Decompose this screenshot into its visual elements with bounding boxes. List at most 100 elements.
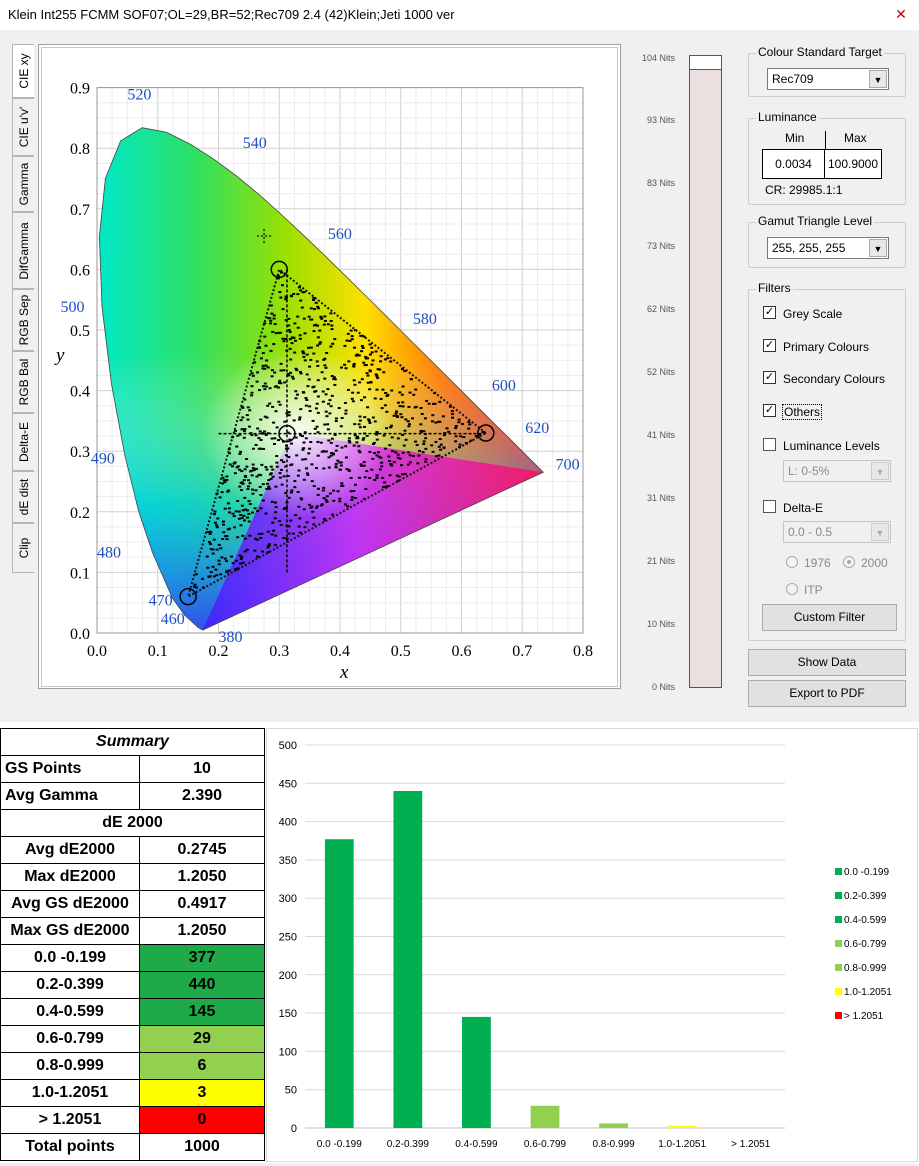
legend-swatch [835, 988, 842, 995]
legend-label: 1.0-1.2051 [844, 987, 892, 998]
nits-label: 0 Nits [651, 682, 675, 692]
legend-label: 0.2-0.399 [844, 891, 887, 902]
x-tick-label: 0.0 [87, 643, 107, 660]
luminance-levels-select[interactable]: L: 0-5% ▼ [783, 460, 891, 482]
primary-colours-label: Primary Colours [783, 340, 870, 354]
tab-delta-e[interactable]: Delta-E [12, 413, 34, 471]
wavelength-label: 580 [413, 311, 437, 328]
total-value: 1000 [139, 1133, 265, 1161]
wavelength-label: 460 [161, 611, 185, 628]
filters-title: Filters [756, 281, 793, 295]
bin-label: 0.4-0.599 [0, 998, 140, 1026]
table-row: Total points 1000 [0, 1133, 265, 1161]
bin-value: 440 [139, 971, 265, 999]
x-tick-label: 1.0-1.2051 [658, 1139, 706, 1150]
max-gs-de-value: 1.2050 [139, 917, 265, 945]
tab-clip[interactable]: Clip [12, 523, 34, 573]
table-row: Summary [0, 728, 265, 756]
custom-filter-button[interactable]: Custom Filter [762, 604, 897, 631]
luminance-min-label: Min [785, 131, 805, 145]
primary-colours-checkbox[interactable]: ✓ [763, 339, 776, 352]
wavelength-label: 600 [492, 378, 516, 395]
y-tick-label: 0 [291, 1123, 297, 1135]
bin-label: 1.0-1.2051 [0, 1079, 140, 1107]
delta-e-checkbox[interactable] [763, 500, 776, 513]
tab-rgb-sep[interactable]: RGB Sep [12, 289, 34, 351]
radio-1976-label: 1976 [804, 556, 831, 570]
others-checkbox[interactable]: ✓ [763, 404, 776, 417]
secondary-colours-label: Secondary Colours [783, 372, 886, 386]
x-tick-label: 0.1 [148, 643, 168, 660]
x-tick-label: 0.6 [452, 643, 472, 660]
bar [393, 790, 423, 1128]
x-tick-label: 0.4 [330, 643, 350, 660]
avg-gs-de-label: Avg GS dE2000 [0, 890, 140, 918]
max-de-label: Max dE2000 [0, 863, 140, 891]
nits-label: 73 Nits [646, 241, 675, 251]
y-tick-label: 150 [279, 1008, 297, 1020]
cie-xy-chart: 0.0 0.1 0.2 0.3 0.4 0.5 0.6 0.7 0.8 0.0 0.1 0.2 0.3… [54, 81, 593, 683]
tab-de-dist[interactable]: dE dist [12, 471, 34, 523]
close-icon[interactable]: ✕ [890, 4, 912, 24]
radio-2000[interactable] [843, 556, 855, 568]
luminance-min-value: 0.0034 [763, 150, 825, 178]
luminance-max-label: Max [844, 131, 867, 145]
chevron-down-icon: ▼ [871, 523, 889, 541]
wavelength-label: 490 [91, 450, 115, 467]
tab-cie-uv[interactable]: CIE u'v' [12, 98, 34, 156]
legend-label: 0.8-0.999 [844, 963, 887, 974]
radio-2000-label: 2000 [861, 556, 888, 570]
total-label: Total points [0, 1133, 140, 1161]
luminance-max-value: 100.9000 [827, 157, 879, 171]
table-row: 0.6-0.799 29 [0, 1025, 265, 1053]
legend-label: 0.6-0.799 [844, 939, 887, 950]
x-tick-label: 0.0 -0.199 [317, 1139, 362, 1150]
wavelength-label: 620 [525, 420, 549, 437]
x-tick-label: 0.8-0.999 [592, 1139, 635, 1150]
radio-1976[interactable] [786, 556, 798, 568]
y-tick-label: 0.5 [70, 323, 90, 340]
wavelength-label: 480 [97, 544, 121, 561]
legend-swatch [835, 916, 842, 923]
tab-gamma[interactable]: Gamma [12, 156, 34, 212]
tab-difgamma[interactable]: DifGamma [12, 212, 34, 289]
luminance-group: Luminance Min Max 0.0034 100.9000 CR: 29… [748, 110, 906, 205]
avg-de-label: Avg dE2000 [0, 836, 140, 864]
y-tick-label: 50 [285, 1085, 297, 1097]
nits-label: 62 Nits [646, 304, 675, 314]
export-pdf-button[interactable]: Export to PDF [748, 680, 906, 707]
radio-itp[interactable] [786, 583, 798, 595]
de-header: dE 2000 [0, 809, 265, 837]
luminance-values-box: 0.0034 100.9000 [762, 149, 882, 179]
gamut-level-select[interactable]: 255, 255, 255 ▼ [767, 237, 889, 259]
secondary-colours-checkbox[interactable]: ✓ [763, 371, 776, 384]
x-axis-ticks: 0.0 0.1 0.2 0.3 0.4 0.5 0.6 0.7 0.8 [87, 643, 593, 660]
table-row: 1.0-1.2051 3 [0, 1079, 265, 1107]
legend-label: > 1.2051 [844, 1011, 884, 1022]
y-tick-label: 0.4 [70, 384, 90, 401]
luminance-levels-label: Luminance Levels [783, 439, 880, 453]
chevron-down-icon: ▼ [869, 239, 887, 257]
y-tick-label: 100 [279, 1046, 297, 1058]
bin-label: 0.8-0.999 [0, 1052, 140, 1080]
colour-standard-select[interactable]: Rec709 ▼ [767, 68, 889, 90]
grey-scale-checkbox[interactable]: ✓ [763, 306, 776, 319]
wavelength-label: 380 [219, 629, 243, 646]
y-axis-label: y [54, 345, 65, 366]
delta-e-select[interactable]: 0.0 - 0.5 ▼ [783, 521, 891, 543]
wavelength-label: 500 [61, 299, 85, 316]
y-tick-label: 500 [279, 740, 297, 752]
tab-cie-xy[interactable]: CIE xy [12, 44, 34, 98]
window-title: Klein Int255 FCMM SOF07;OL=29,BR=52;Rec7… [8, 7, 455, 22]
cie-diagram-panel: 0.0 0.1 0.2 0.3 0.4 0.5 0.6 0.7 0.8 0.0 0.1 0.2 0.3… [41, 47, 618, 687]
nits-label: 83 Nits [646, 178, 675, 188]
y-tick-label: 200 [279, 970, 297, 982]
luminance-levels-checkbox[interactable] [763, 438, 776, 451]
y-tick-label: 0.1 [70, 565, 90, 582]
gamut-level-value: 255, 255, 255 [772, 241, 846, 255]
tab-rgb-bal[interactable]: RGB Bal [12, 351, 34, 413]
show-data-button[interactable]: Show Data [748, 649, 906, 676]
y-tick-label: 350 [279, 855, 297, 867]
table-row: Avg GS dE2000 0.4917 [0, 890, 265, 918]
filters-group: Filters ✓ Grey Scale ✓ Primary Colours ✓… [748, 281, 906, 641]
